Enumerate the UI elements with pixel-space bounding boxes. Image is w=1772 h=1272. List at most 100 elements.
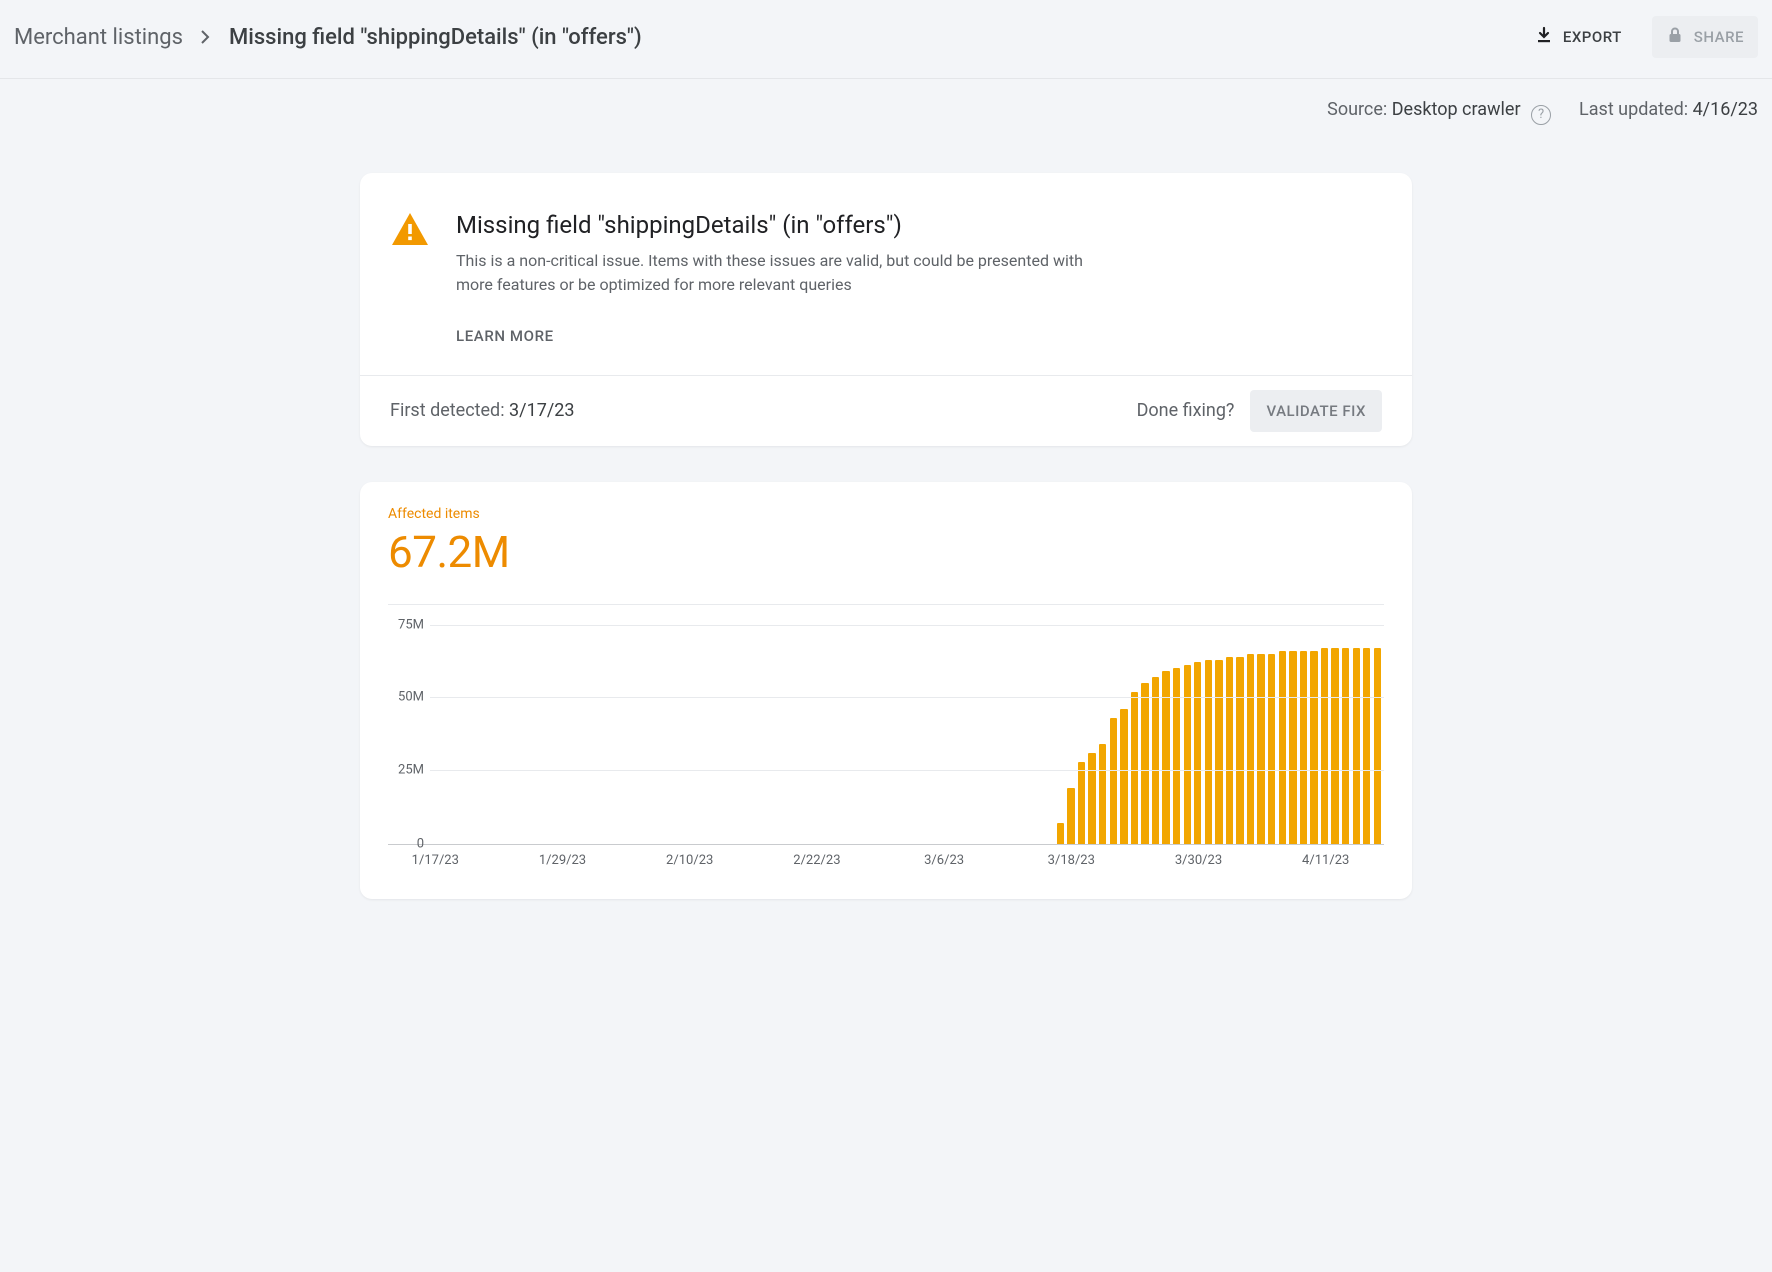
bar-slot	[770, 625, 781, 844]
bar-slot	[1203, 625, 1214, 844]
chart-bar[interactable]	[1374, 648, 1381, 844]
bar-slot	[485, 625, 496, 844]
chart-bar[interactable]	[1078, 762, 1085, 844]
bar-slot	[1076, 625, 1087, 844]
topbar: Merchant listings Missing field "shippin…	[0, 0, 1772, 79]
chart-bar[interactable]	[1363, 648, 1370, 844]
bar-slot	[749, 625, 760, 844]
chart-bar[interactable]	[1057, 823, 1064, 843]
chart-bar[interactable]	[1289, 651, 1296, 844]
bar-slot	[791, 625, 802, 844]
help-icon[interactable]: ?	[1531, 105, 1551, 125]
chart-bar[interactable]	[1173, 668, 1180, 843]
bar-slot	[1362, 625, 1373, 844]
bar-slot	[1224, 625, 1235, 844]
bar-slot	[643, 625, 654, 844]
bar-slot	[580, 625, 591, 844]
bar-slot	[1372, 625, 1383, 844]
x-tick: 3/18/23	[1048, 853, 1095, 868]
bar-slot	[823, 625, 834, 844]
chart-bar[interactable]	[1300, 651, 1307, 844]
updated-label: Last updated:	[1579, 99, 1688, 120]
chart-bar[interactable]	[1226, 657, 1233, 844]
bar-slot	[1193, 625, 1204, 844]
bar-slot	[1245, 625, 1256, 844]
bar-slot	[443, 625, 454, 844]
bar-slot	[548, 625, 559, 844]
gridline	[430, 697, 1384, 698]
bar-slot	[506, 625, 517, 844]
chart-bar[interactable]	[1310, 651, 1317, 844]
chart-bar[interactable]	[1141, 683, 1148, 844]
chart-bar[interactable]	[1236, 657, 1243, 844]
chart-bar[interactable]	[1067, 788, 1074, 843]
bar-slot	[928, 625, 939, 844]
chart-bar[interactable]	[1215, 660, 1222, 844]
learn-more-link[interactable]: LEARN MORE	[456, 327, 554, 345]
bar-slot	[538, 625, 549, 844]
chart-bar[interactable]	[1194, 662, 1201, 843]
bar-slot	[633, 625, 644, 844]
chart-bar[interactable]	[1279, 651, 1286, 844]
first-detected: First detected: 3/17/23	[390, 400, 574, 421]
chart-bar[interactable]	[1152, 677, 1159, 843]
bar-slot	[1298, 625, 1309, 844]
chart-bar[interactable]	[1268, 654, 1275, 844]
chart-bar[interactable]	[1353, 648, 1360, 844]
chart-bar[interactable]	[1257, 654, 1264, 844]
bar-slot	[559, 625, 570, 844]
source-label: Source:	[1327, 99, 1387, 120]
bar-slot	[907, 625, 918, 844]
bar-slot	[992, 625, 1003, 844]
bar-slot	[1034, 625, 1045, 844]
chart-bar[interactable]	[1099, 744, 1106, 843]
chevron-right-icon	[201, 30, 211, 44]
bar-slot	[654, 625, 665, 844]
bar-slot	[601, 625, 612, 844]
chart-plot[interactable]: 025M50M75M	[388, 625, 1384, 845]
bar-slot	[1087, 625, 1098, 844]
bar-slot	[664, 625, 675, 844]
chart-bar[interactable]	[1184, 665, 1191, 843]
chart-bar[interactable]	[1321, 648, 1328, 844]
bar-slot	[1024, 625, 1035, 844]
chart-bar[interactable]	[1247, 654, 1254, 844]
bar-slot	[876, 625, 887, 844]
bar-slot	[1330, 625, 1341, 844]
bar-slot	[612, 625, 623, 844]
updated-value: 4/16/23	[1693, 99, 1758, 120]
chart-bar[interactable]	[1331, 648, 1338, 844]
bar-slot	[464, 625, 475, 844]
bar-slot	[865, 625, 876, 844]
chart-bar[interactable]	[1205, 660, 1212, 844]
updated-meta: Last updated: 4/16/23	[1579, 99, 1758, 125]
bar-slot	[1266, 625, 1277, 844]
y-tick: 0	[388, 836, 424, 851]
bar-slot	[728, 625, 739, 844]
gridline	[430, 770, 1384, 771]
export-label: EXPORT	[1563, 28, 1622, 46]
bar-slot	[1235, 625, 1246, 844]
chart-bar[interactable]	[1131, 692, 1138, 844]
validate-fix-button[interactable]: VALIDATE FIX	[1250, 390, 1382, 432]
bar-slot	[844, 625, 855, 844]
breadcrumb-current: Missing field "shippingDetails" (in "off…	[229, 25, 642, 50]
bar-slot	[1214, 625, 1225, 844]
bar-slot	[432, 625, 443, 844]
bar-slot	[738, 625, 749, 844]
bar-slot	[590, 625, 601, 844]
chart-bar[interactable]	[1342, 648, 1349, 844]
chart-bar[interactable]	[1110, 718, 1117, 844]
y-tick: 50M	[388, 690, 424, 705]
x-tick: 3/6/23	[924, 853, 964, 868]
bar-slot	[675, 625, 686, 844]
source-value[interactable]: Desktop crawler	[1392, 99, 1521, 120]
export-button[interactable]: EXPORT	[1521, 16, 1636, 58]
first-detected-value: 3/17/23	[509, 400, 574, 421]
bar-slot	[1288, 625, 1299, 844]
chart-bar[interactable]	[1120, 709, 1127, 843]
chart-bar[interactable]	[1088, 753, 1095, 844]
bar-slot	[474, 625, 485, 844]
breadcrumb-root[interactable]: Merchant listings	[14, 25, 183, 50]
bar-slot	[759, 625, 770, 844]
